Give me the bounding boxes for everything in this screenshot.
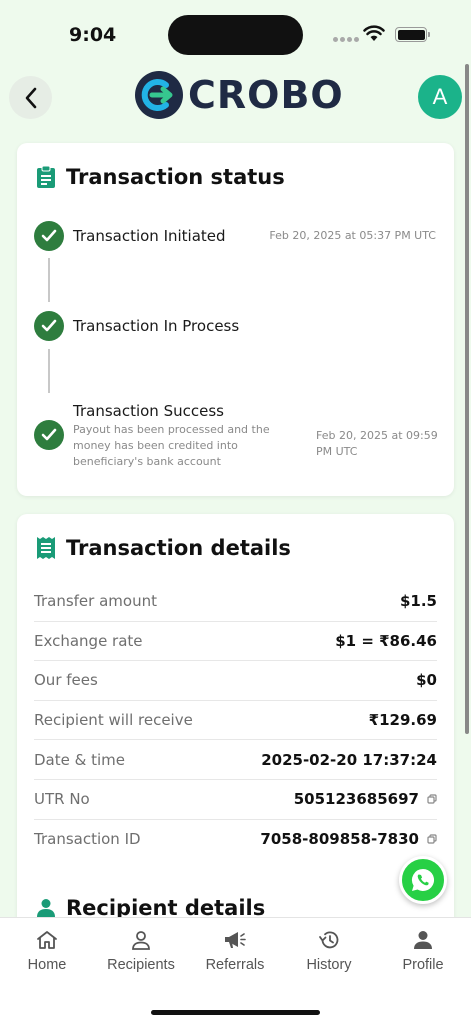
step-success-description: Payout has been processed and the money … xyxy=(73,423,270,468)
bottom-navigation: Home Recipients Referrals History Profil… xyxy=(0,917,471,1024)
detail-row-transaction-id: Transaction ID 7058-809858-7830 xyxy=(34,820,437,860)
copy-icon[interactable] xyxy=(427,834,437,844)
status-card-header: Transaction status xyxy=(36,165,285,189)
person-icon xyxy=(132,931,150,950)
status-card-title: Transaction status xyxy=(66,165,285,189)
nav-history[interactable]: History xyxy=(282,930,376,973)
wifi-icon xyxy=(363,25,385,41)
status-bar: 9:04 xyxy=(0,0,471,64)
back-button[interactable] xyxy=(9,76,52,119)
transaction-id-value: 7058-809858-7830 xyxy=(260,830,419,849)
history-icon xyxy=(319,931,339,949)
step-complete-check-icon xyxy=(34,420,64,450)
chevron-left-icon xyxy=(25,87,36,108)
detail-row-transfer-amount: Transfer amount $1.5 xyxy=(34,582,437,622)
brand-name: CROBO xyxy=(188,73,344,117)
whatsapp-chat-button[interactable] xyxy=(399,856,447,904)
step-success-label: Transaction Success xyxy=(73,402,224,420)
status-time: 9:04 xyxy=(69,24,117,46)
nav-home[interactable]: Home xyxy=(0,930,94,973)
receipt-icon xyxy=(37,537,55,559)
profile-icon xyxy=(414,931,432,949)
details-list: Transfer amount $1.5 Exchange rate $1 = … xyxy=(34,582,437,859)
copy-icon[interactable] xyxy=(427,794,437,804)
home-icon xyxy=(37,931,57,949)
step-complete-check-icon xyxy=(34,221,64,251)
details-card-header: Transaction details xyxy=(36,536,291,560)
dynamic-island xyxy=(168,15,303,55)
nav-referrals[interactable]: Referrals xyxy=(188,930,282,973)
detail-row-recipient-receives: Recipient will receive ₹129.69 xyxy=(34,701,437,741)
utr-value: 505123685697 xyxy=(293,790,419,809)
user-avatar[interactable]: A xyxy=(418,75,462,119)
detail-row-exchange-rate: Exchange rate $1 = ₹86.46 xyxy=(34,622,437,662)
details-card-title: Transaction details xyxy=(66,536,291,560)
cellular-signal-icon xyxy=(333,37,359,42)
clipboard-icon xyxy=(37,165,55,188)
detail-row-utr: UTR No 505123685697 xyxy=(34,780,437,820)
timeline-connector xyxy=(48,349,50,393)
step-success-time: Feb 20, 2025 at 09:59 PM UTC xyxy=(316,429,438,458)
transaction-details-card: Transaction details Transfer amount $1.5… xyxy=(17,514,454,934)
home-indicator[interactable] xyxy=(151,1010,320,1015)
detail-row-fees: Our fees $0 xyxy=(34,661,437,701)
nav-profile[interactable]: Profile xyxy=(376,930,470,973)
brand-logo: CROBO xyxy=(135,71,344,119)
whatsapp-icon xyxy=(412,868,435,891)
timeline-connector xyxy=(48,258,50,302)
detail-row-date-time: Date & time 2025-02-20 17:37:24 xyxy=(34,740,437,780)
megaphone-icon xyxy=(225,932,246,948)
step-complete-check-icon xyxy=(34,311,64,341)
person-icon xyxy=(37,899,55,917)
battery-icon xyxy=(395,27,430,42)
step-initiated-time: Feb 20, 2025 at 05:37 PM UTC xyxy=(269,229,436,242)
scrollbar[interactable] xyxy=(465,64,469,734)
step-in-process-label: Transaction In Process xyxy=(73,317,240,335)
transaction-status-card: Transaction status Transaction Initiated… xyxy=(17,143,454,496)
step-initiated-label: Transaction Initiated xyxy=(73,227,226,245)
nav-recipients[interactable]: Recipients xyxy=(94,930,188,973)
crobo-logo-icon xyxy=(135,71,183,119)
